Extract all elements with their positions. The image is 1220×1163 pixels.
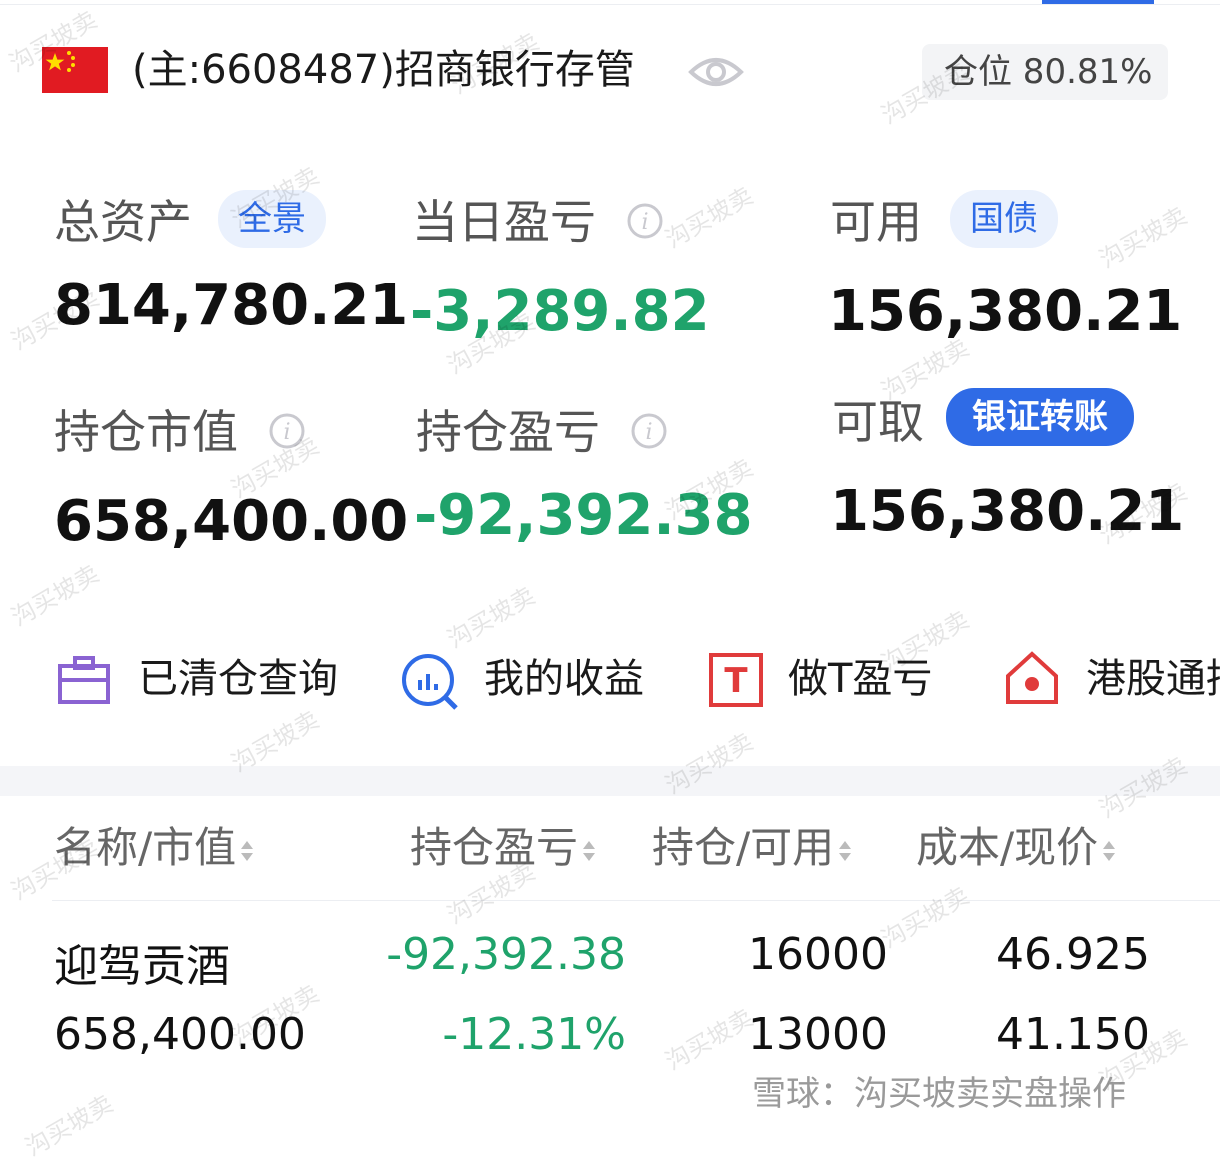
available-label: 可用 [830, 195, 922, 249]
bank-transfer-button[interactable]: 银证转账 [946, 388, 1134, 446]
info-icon[interactable]: i [626, 202, 664, 240]
footer-watermark: 雪球：沟买坡卖实盘操作 [752, 1074, 1126, 1114]
col-header-name[interactable]: 名称/市值 [54, 822, 254, 874]
cleared-positions-button[interactable]: 已清仓查询 [56, 650, 356, 710]
watermark: 沟买坡卖 [442, 581, 540, 654]
info-icon[interactable]: i [630, 412, 668, 450]
watermark: 沟买坡卖 [1094, 201, 1192, 274]
overview-tag-button[interactable]: 全景 [218, 190, 326, 248]
stock-pnl-percent: -12.31% [442, 1009, 626, 1060]
table-row[interactable]: 迎驾贡酒 658,400.00 -92,392.38 -12.31% 16000… [0, 920, 1220, 1070]
daily-pnl-label: 当日盈亏 [412, 195, 596, 249]
active-tab-indicator [1042, 0, 1154, 4]
watermark: 沟买坡卖 [660, 181, 758, 254]
hk-house-icon [1004, 650, 1060, 706]
market-value-value: 658,400.00 [54, 489, 409, 554]
quick-action-label: 我的收益 [484, 656, 644, 702]
stock-cost: 46.925 [996, 929, 1150, 980]
quick-action-label: 已清仓查询 [138, 656, 338, 702]
stock-pnl: -92,392.38 [386, 929, 626, 980]
account-selector[interactable]: (主:6608487)招商银行存管 [132, 44, 635, 96]
stock-available: 13000 [748, 1009, 888, 1060]
sort-icon [1103, 840, 1116, 861]
withdrawable-value: 156,380.21 [830, 479, 1185, 544]
market-value-label: 持仓市值 [54, 405, 238, 459]
svg-text:T: T [724, 661, 748, 701]
withdrawable-label: 可取 [832, 395, 924, 449]
col-header-holding[interactable]: 持仓/可用 [652, 822, 852, 874]
briefcase-icon [56, 652, 112, 708]
t-trade-pnl-button[interactable]: T 做T盈亏 [708, 650, 958, 710]
col-header-cost[interactable]: 成本/现价 [916, 822, 1116, 874]
daily-pnl-value: -3,289.82 [410, 279, 710, 344]
watermark: 沟买坡卖 [20, 1089, 118, 1162]
t-box-icon: T [708, 652, 764, 708]
china-flag-icon [42, 47, 108, 93]
earnings-chart-icon [400, 652, 458, 710]
stock-holding: 16000 [748, 929, 888, 980]
my-earnings-button[interactable]: 我的收益 [400, 650, 660, 710]
watermark: 沟买坡卖 [6, 559, 104, 632]
sort-icon [839, 840, 852, 861]
col-header-pnl[interactable]: 持仓盈亏 [410, 822, 596, 874]
svg-text:i: i [283, 420, 290, 445]
svg-text:i: i [645, 420, 652, 445]
total-assets-label: 总资产 [54, 195, 192, 249]
hk-connect-button[interactable]: 港股通持 [1004, 650, 1220, 710]
quick-action-label: 港股通持 [1086, 656, 1220, 702]
stock-price: 41.150 [996, 1009, 1150, 1060]
available-value: 156,380.21 [828, 279, 1183, 344]
treasury-tag-button[interactable]: 国债 [950, 190, 1058, 248]
eye-icon[interactable] [688, 52, 744, 92]
info-icon[interactable]: i [268, 412, 306, 450]
position-pnl-value: -92,392.38 [414, 483, 753, 548]
top-divider [0, 4, 1220, 5]
header-divider [52, 900, 1220, 901]
quick-action-label: 做T盈亏 [788, 656, 933, 702]
section-divider [0, 766, 1220, 796]
stock-name: 迎驾贡酒 [54, 941, 230, 992]
sort-icon [241, 840, 254, 861]
sort-icon [583, 840, 596, 861]
total-assets-value: 814,780.21 [54, 273, 409, 338]
svg-text:i: i [641, 210, 648, 235]
stock-market-value: 658,400.00 [54, 1009, 306, 1060]
position-ratio-badge[interactable]: 仓位 80.81% [922, 44, 1168, 100]
position-pnl-label: 持仓盈亏 [416, 405, 600, 459]
